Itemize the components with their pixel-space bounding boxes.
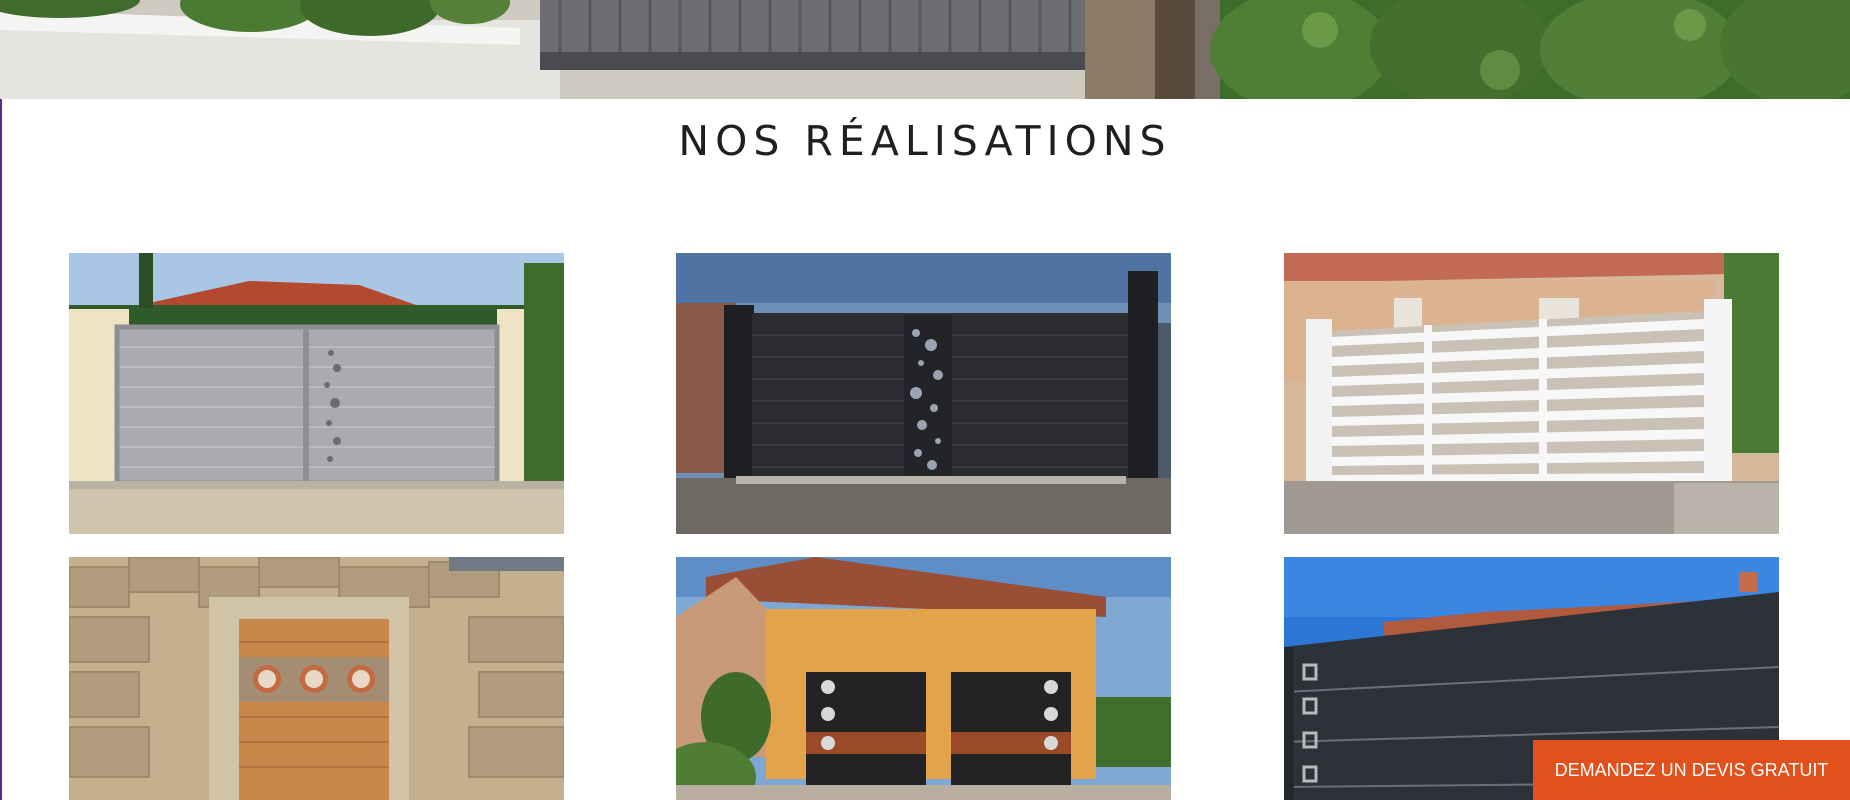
gallery-image [676, 253, 1171, 534]
gallery-item-black-gate[interactable] [676, 253, 1171, 534]
gallery-image [69, 253, 564, 534]
gallery-item-white-gate[interactable] [1284, 253, 1779, 534]
gallery-image [676, 557, 1171, 800]
gallery-image [69, 557, 564, 800]
gallery-item-grey-gate[interactable] [69, 253, 564, 534]
section-title: NOS RÉALISATIONS [678, 117, 1172, 165]
gallery-item-double-garage[interactable] [676, 557, 1171, 800]
page: NOS RÉALISATIONS DEMANDEZ UN DEVIS GRATU… [0, 0, 1850, 800]
gallery-item-wood-garage-door[interactable] [69, 557, 564, 800]
hero-image [0, 0, 1850, 99]
gallery-image [1284, 253, 1779, 534]
page-edge-line [0, 99, 2, 800]
request-free-quote-button[interactable]: DEMANDEZ UN DEVIS GRATUIT [1533, 740, 1850, 800]
